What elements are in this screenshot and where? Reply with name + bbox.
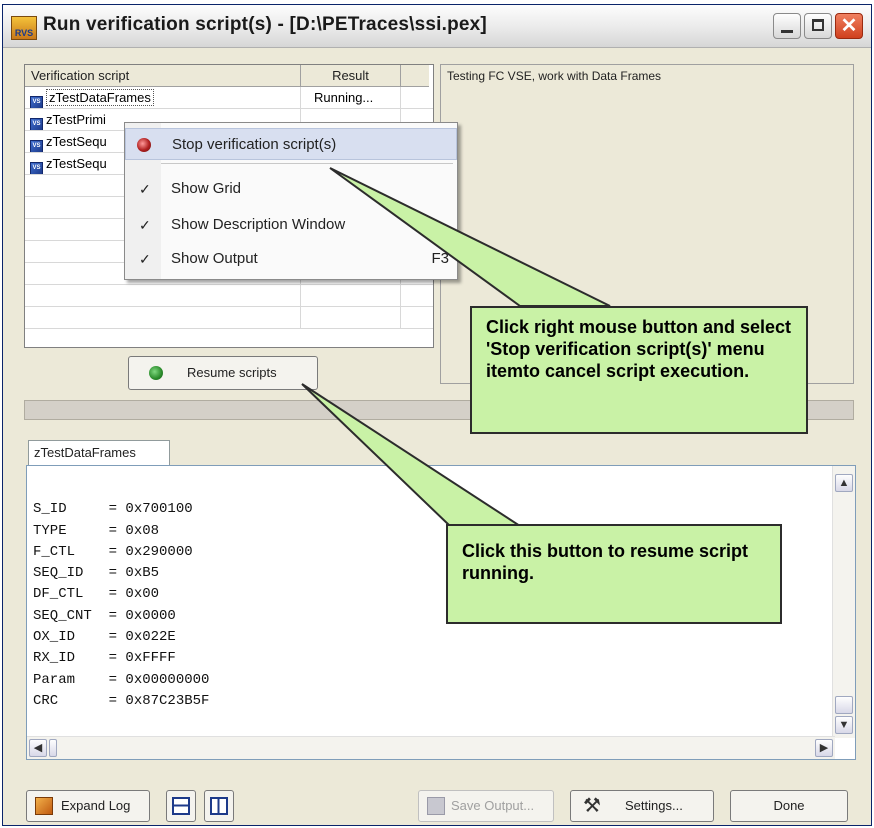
stop-callout-pointer (329, 167, 611, 307)
callout-resume-scripts: Click this button to resume script runni… (446, 524, 782, 624)
callout-stop-verification: Click right mouse button and select 'Sto… (470, 306, 808, 434)
